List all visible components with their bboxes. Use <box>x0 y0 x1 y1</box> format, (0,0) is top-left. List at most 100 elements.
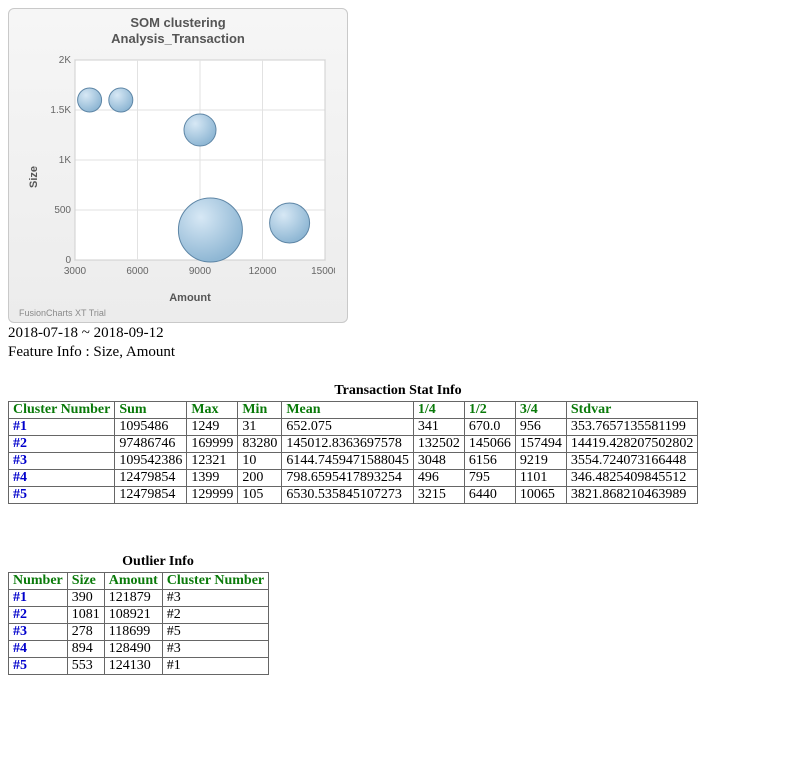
table-cell: 9219 <box>515 453 566 470</box>
table-cell: 12479854 <box>115 487 187 504</box>
table-cell: 894 <box>67 641 104 658</box>
table-cell: 6156 <box>464 453 515 470</box>
cluster-link[interactable]: #1 <box>9 590 68 607</box>
table-header: Amount <box>104 573 162 590</box>
cluster-link[interactable]: #2 <box>9 436 115 453</box>
cluster-link[interactable]: #5 <box>9 658 68 675</box>
table-cell: 353.7657135581199 <box>566 419 698 436</box>
table-cell: 390 <box>67 590 104 607</box>
table-cell: 118699 <box>104 624 162 641</box>
feature-info: Feature Info : Size, Amount <box>8 344 804 361</box>
table-cell: #3 <box>162 590 268 607</box>
ytick-4: 2K <box>59 55 72 66</box>
stat-table: Cluster NumberSumMaxMinMean1/41/23/4Stdv… <box>8 401 698 504</box>
table-header: Max <box>187 402 238 419</box>
chart-bubble[interactable] <box>78 88 102 112</box>
cluster-link[interactable]: #3 <box>9 624 68 641</box>
table-row: #5553124130#1 <box>9 658 269 675</box>
cluster-link[interactable]: #4 <box>9 641 68 658</box>
xtick-3: 12000 <box>249 266 277 277</box>
table-row: #4124798541399200798.6595417893254496795… <box>9 470 698 487</box>
table-header: Size <box>67 573 104 590</box>
xtick-0: 3000 <box>64 266 87 277</box>
table-header: Cluster Number <box>162 573 268 590</box>
table-header: 1/2 <box>464 402 515 419</box>
table-cell: 14419.428207502802 <box>566 436 698 453</box>
table-cell: 670.0 <box>464 419 515 436</box>
cluster-link[interactable]: #4 <box>9 470 115 487</box>
table-cell: 3215 <box>413 487 464 504</box>
chart-bubble[interactable] <box>178 198 242 262</box>
table-cell: 3048 <box>413 453 464 470</box>
table-cell: 12479854 <box>115 470 187 487</box>
table-cell: 200 <box>238 470 282 487</box>
table-row: #11095486124931652.075341670.0956353.765… <box>9 419 698 436</box>
table-cell: 1101 <box>515 470 566 487</box>
table-cell: 3554.724073166448 <box>566 453 698 470</box>
chart-bubble[interactable] <box>270 203 310 243</box>
plot-area: Size 0 500 1K <box>45 50 335 304</box>
table-cell: 10065 <box>515 487 566 504</box>
table-cell: #1 <box>162 658 268 675</box>
ytick-3: 1.5K <box>50 105 71 116</box>
table-cell: 12321 <box>187 453 238 470</box>
ytick-2: 1K <box>59 155 72 166</box>
table-row: #1390121879#3 <box>9 590 269 607</box>
table-cell: 6530.535845107273 <box>282 487 414 504</box>
table-row: #21081108921#2 <box>9 607 269 624</box>
table-cell: 124130 <box>104 658 162 675</box>
table-header: Sum <box>115 402 187 419</box>
table-row: #4894128490#3 <box>9 641 269 658</box>
chart-title-line1: SOM clustering <box>130 15 225 30</box>
cluster-link[interactable]: #5 <box>9 487 115 504</box>
table-cell: #5 <box>162 624 268 641</box>
table-cell: 145012.8363697578 <box>282 436 414 453</box>
table-cell: 108921 <box>104 607 162 624</box>
table-cell: 3821.868210463989 <box>566 487 698 504</box>
table-row: #5124798541299991056530.5358451072733215… <box>9 487 698 504</box>
xtick-2: 9000 <box>189 266 212 277</box>
table-cell: 1399 <box>187 470 238 487</box>
chart-bubble[interactable] <box>184 114 216 146</box>
table-cell: 956 <box>515 419 566 436</box>
table-header: 3/4 <box>515 402 566 419</box>
cluster-link[interactable]: #2 <box>9 607 68 624</box>
chart-watermark: FusionCharts XT Trial <box>17 304 339 320</box>
xtick-4: 15000 <box>311 266 335 277</box>
outlier-table-title: Outlier Info <box>8 554 308 570</box>
table-cell: 83280 <box>238 436 282 453</box>
table-cell: 798.6595417893254 <box>282 470 414 487</box>
table-cell: 1249 <box>187 419 238 436</box>
table-cell: 278 <box>67 624 104 641</box>
table-cell: 6144.7459471588045 <box>282 453 414 470</box>
table-cell: 132502 <box>413 436 464 453</box>
table-cell: #2 <box>162 607 268 624</box>
table-cell: 129999 <box>187 487 238 504</box>
cluster-link[interactable]: #1 <box>9 419 115 436</box>
table-cell: 109542386 <box>115 453 187 470</box>
chart-title-line2: Analysis_Transaction <box>111 31 245 46</box>
table-cell: 6440 <box>464 487 515 504</box>
table-cell: 553 <box>67 658 104 675</box>
table-cell: 496 <box>413 470 464 487</box>
table-cell: 795 <box>464 470 515 487</box>
ytick-0: 0 <box>65 255 71 266</box>
table-cell: #3 <box>162 641 268 658</box>
table-cell: 10 <box>238 453 282 470</box>
table-header: 1/4 <box>413 402 464 419</box>
table-header: Stdvar <box>566 402 698 419</box>
table-cell: 145066 <box>464 436 515 453</box>
table-cell: 128490 <box>104 641 162 658</box>
chart-card: SOM clustering Analysis_Transaction Size <box>8 8 348 323</box>
chart-bubble[interactable] <box>109 88 133 112</box>
date-range: 2018-07-18 ~ 2018-09-12 <box>8 325 804 342</box>
table-header: Min <box>238 402 282 419</box>
table-cell: 121879 <box>104 590 162 607</box>
table-header: Number <box>9 573 68 590</box>
table-cell: 652.075 <box>282 419 414 436</box>
chart-svg: 0 500 1K 1.5K 2K 3000 6000 9000 12000 15… <box>45 50 335 290</box>
table-cell: 1081 <box>67 607 104 624</box>
ytick-1: 500 <box>54 205 71 216</box>
table-cell: 341 <box>413 419 464 436</box>
cluster-link[interactable]: #3 <box>9 453 115 470</box>
